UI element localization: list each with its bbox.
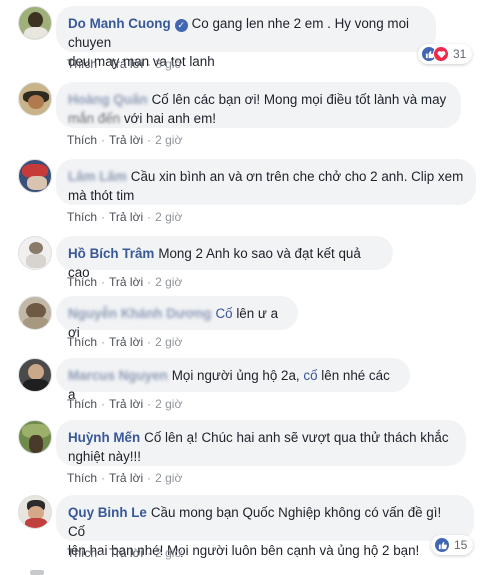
reaction-summary[interactable]: 15	[431, 535, 474, 555]
avatar[interactable]	[18, 420, 52, 454]
comment-actions: Thích · Trả lời · 2 giờ	[67, 397, 183, 411]
comment-text: nghiệt này!!!	[68, 449, 141, 464]
like-link[interactable]: Thích	[67, 275, 97, 289]
comment-actions: Thích · Trả lời · 2 giờ	[67, 471, 183, 485]
reply-link[interactable]: Trả lời	[109, 210, 143, 224]
reply-link[interactable]: Trả lời	[109, 335, 143, 349]
comment-bubble: Quy Binh Le Cầu mong bạn Quốc Nghiệp khôn…	[56, 495, 474, 558]
like-link[interactable]: Thích	[67, 471, 97, 485]
like-link[interactable]: Thích	[67, 133, 97, 147]
reaction-count: 31	[453, 47, 467, 61]
like-link[interactable]: Thích	[67, 57, 97, 71]
like-link[interactable]: Thích	[67, 335, 97, 349]
comment-bubble: Huỳnh Mến Cố lên ạ! Chúc hai anh sẽ vượt …	[56, 420, 466, 466]
comment-actions: Thích · Trả lời · 2 giờ	[67, 133, 183, 147]
comment-actions: Thích · Trả lời · 2 giờ	[67, 210, 183, 224]
comment-actions: Thích · Trả lời · 3 giờ	[67, 57, 183, 71]
comment-text: Cầu xin bình an và ơn trên che chở cho 2…	[130, 169, 464, 184]
love-icon	[433, 46, 449, 62]
comment-text: Cố lên các bạn ơi! Mong mọi điều tốt làn…	[151, 92, 447, 107]
comment-author[interactable]: Hoàng Quân	[68, 92, 148, 107]
comment-author[interactable]: Quy Binh Le	[68, 505, 147, 520]
avatar[interactable]	[18, 296, 52, 330]
reply-link[interactable]: Trả lời	[109, 471, 143, 485]
comment-list: Do Manh Cuong ✓ Co gang len nhe 2 em . Hy …	[0, 0, 496, 575]
comment-bubble: Nguyễn Khánh Dương Cố lên ư a ơi	[56, 296, 298, 340]
comment-author[interactable]: Marcus Nguyen	[68, 368, 168, 383]
comment-text: Cố lên ạ! Chúc hai anh sẽ vượt qua thử t…	[144, 430, 449, 445]
avatar[interactable]	[18, 6, 52, 40]
avatar[interactable]	[18, 495, 52, 529]
comment-bubble: Lâm Lâm Cầu xin bình an và ơn trên che ch…	[56, 159, 476, 205]
next-avatar-edge	[30, 570, 44, 575]
mention-tag[interactable]: Cố	[215, 306, 232, 321]
comment-time[interactable]: 2 giờ	[155, 335, 182, 349]
comment-text: Mọi người ủng hộ 2a,	[171, 368, 300, 383]
mention-tag[interactable]: cố	[303, 368, 317, 383]
comment-author[interactable]: Nguyễn Khánh Dương	[68, 306, 211, 321]
avatar[interactable]	[18, 159, 52, 193]
reaction-summary[interactable]: 31	[418, 44, 473, 64]
comment-actions: Thích · Trả lời · 2 giờ	[67, 335, 183, 349]
comment-text: mà thót tim	[68, 188, 135, 203]
comment-author[interactable]: Hồ Bích Trâm	[68, 246, 154, 261]
comment-time[interactable]: 2 giờ	[155, 546, 182, 560]
comment-time[interactable]: 2 giờ	[155, 471, 182, 485]
comment-time[interactable]: 2 giờ	[155, 210, 182, 224]
reaction-count: 15	[454, 538, 468, 552]
reply-link[interactable]: Trả lời	[109, 57, 143, 71]
comment-bubble: Do Manh Cuong ✓ Co gang len nhe 2 em . Hy …	[56, 6, 436, 69]
like-link[interactable]: Thích	[67, 546, 97, 560]
comment-bubble: Hoàng Quân Cố lên các bạn ơi! Mong mọi đi…	[56, 82, 461, 128]
comment-time[interactable]: 2 giờ	[155, 133, 182, 147]
like-icon	[434, 537, 450, 553]
reply-link[interactable]: Trả lời	[109, 133, 143, 147]
reply-link[interactable]: Trả lời	[109, 546, 143, 560]
verified-badge-icon: ✓	[174, 19, 188, 32]
comment-actions: Thích · Trả lời · 2 giờ	[67, 275, 183, 289]
avatar[interactable]	[18, 82, 52, 116]
comment-author[interactable]: Lâm Lâm	[68, 169, 127, 184]
comment-time[interactable]: 3 giờ	[155, 57, 182, 71]
comment-text: với hai anh em!	[123, 111, 217, 126]
comment-time[interactable]: 2 giờ	[155, 275, 182, 289]
comment-bubble: Hồ Bích Trâm Mong 2 Anh ko sao và đạt kết…	[56, 236, 393, 280]
comment-bubble: Marcus Nguyen Mọi người ủng hộ 2a, cố lên…	[56, 358, 410, 402]
like-link[interactable]: Thích	[67, 397, 97, 411]
avatar[interactable]	[18, 358, 52, 392]
like-link[interactable]: Thích	[67, 210, 97, 224]
comment-actions: Thích · Trả lời · 2 giờ	[67, 546, 183, 560]
reply-link[interactable]: Trả lời	[109, 275, 143, 289]
comment-text: mắn đến	[68, 111, 121, 126]
comment-author[interactable]: Do Manh Cuong	[68, 16, 171, 31]
reply-link[interactable]: Trả lời	[109, 397, 143, 411]
comment-author[interactable]: Huỳnh Mến	[68, 430, 140, 445]
comment-time[interactable]: 2 giờ	[155, 397, 182, 411]
avatar[interactable]	[18, 236, 52, 270]
